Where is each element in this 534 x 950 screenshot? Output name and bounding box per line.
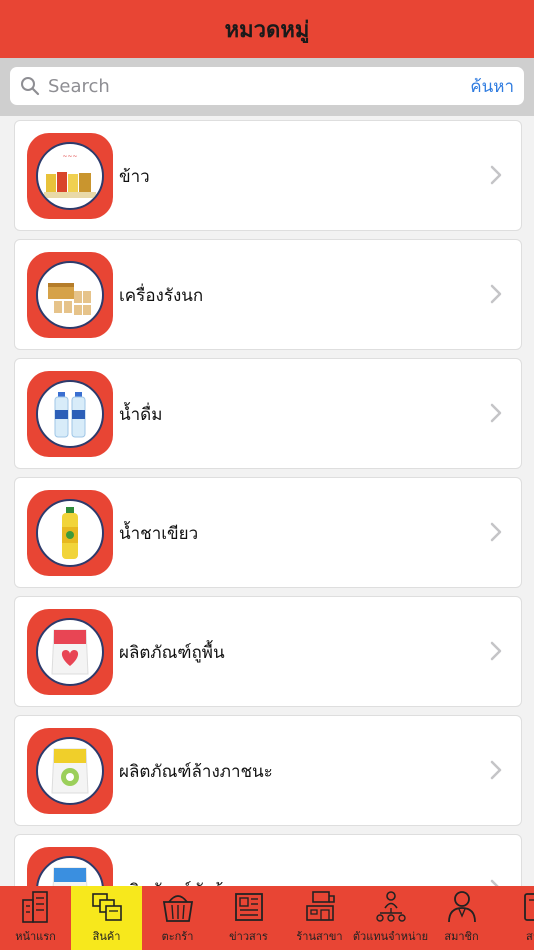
category-thumbnail (27, 371, 113, 457)
tab-basket[interactable]: ตะกร้า (142, 886, 213, 950)
chevron-right-icon (490, 760, 502, 780)
tab-members[interactable]: สมาชิก (426, 886, 497, 950)
category-list[interactable]: ~~~ ข้าว เครื่องรังนก น้ำดื่ม น้ำชาเขียว… (0, 116, 534, 886)
tab-home[interactable]: หน้าแรก (0, 886, 71, 950)
search-icon (20, 75, 42, 97)
tab-label: สา (526, 930, 534, 943)
dealer-network-icon (375, 891, 406, 922)
tab-label: ข่าวสาร (229, 930, 268, 943)
bottom-tab-bar: หน้าแรก สินค้า ตะกร้า ข่าวสาร ร้านสาขา ต… (0, 886, 534, 950)
tab-label: สินค้า (92, 930, 121, 943)
green-tea-bottle-icon (62, 507, 78, 559)
chevron-right-icon (490, 641, 502, 661)
tab-label: ร้านสาขา (296, 930, 343, 943)
floor-cleaner-icon (51, 629, 89, 675)
category-label: น้ำชาเขียว (119, 524, 199, 544)
dishwash-icon (51, 748, 89, 794)
category-thumbnail (27, 609, 113, 695)
tab-branches[interactable]: ร้านสาขา (284, 886, 355, 950)
page-title: หมวดหมู่ (224, 17, 310, 43)
category-thumbnail (27, 490, 113, 576)
search-button[interactable]: ค้นหา (470, 73, 514, 100)
search-bar: ค้นหา (0, 58, 534, 116)
category-item-green-tea[interactable]: น้ำชาเขียว (14, 477, 522, 588)
svg-text:~~~: ~~~ (62, 153, 77, 160)
chevron-right-icon (490, 165, 502, 185)
water-bottle-icon (54, 392, 86, 438)
basket-icon (162, 895, 193, 922)
chevron-right-icon (490, 284, 502, 304)
tab-news[interactable]: ข่าวสาร (213, 886, 284, 950)
app-screen: หมวดหมู่ ค้นหา ~~~ ข้าว (0, 0, 534, 950)
category-item-dishwash[interactable]: ผลิตภัณฑ์ล้างภาชนะ (14, 715, 522, 826)
category-item-detergent[interactable]: ผลิตภัณฑ์ซักผ้า (14, 834, 522, 886)
category-label: เครื่องรังนก (119, 286, 204, 306)
chevron-right-icon (490, 879, 499, 886)
branch-store-icon (305, 891, 335, 921)
home-building-icon (21, 891, 48, 923)
category-label: ผลิตภัณฑ์ล้างภาชนะ (119, 762, 273, 782)
tab-products[interactable]: สินค้า (71, 886, 142, 950)
tab-label: สมาชิก (444, 930, 479, 943)
category-item-water[interactable]: น้ำดื่ม (14, 358, 522, 469)
birdnest-product-icon (48, 283, 91, 315)
tab-label: หน้าแรก (15, 930, 56, 943)
detergent-icon (52, 867, 88, 886)
rice-product-icon: ~~~ (44, 152, 96, 198)
tab-label: ตัวแทนจำหน่าย (352, 930, 429, 943)
category-label: ผลิตภัณฑ์ถูพื้น (119, 643, 225, 663)
category-thumbnail (27, 728, 113, 814)
category-thumbnail: ~~~ (27, 133, 113, 219)
category-label: ข้าว (119, 167, 150, 187)
category-item-rice[interactable]: ~~~ ข้าว (14, 120, 522, 231)
tab-more[interactable]: สา (497, 886, 534, 950)
category-label: ผลิตภัณฑ์ซักผ้า (119, 877, 233, 886)
products-icon (91, 893, 122, 921)
member-icon (447, 891, 476, 923)
category-item-birdnest[interactable]: เครื่องรังนก (14, 239, 522, 350)
tab-label: ตะกร้า (161, 930, 194, 943)
category-item-floor-cleaner[interactable]: ผลิตภัณฑ์ถูพื้น (14, 596, 522, 707)
chevron-right-icon (490, 403, 502, 423)
category-label: น้ำดื่ม (119, 405, 163, 425)
nav-header: หมวดหมู่ (0, 0, 534, 58)
tab-dealers[interactable]: ตัวแทนจำหน่าย (352, 886, 429, 950)
chevron-right-icon (490, 522, 502, 542)
more-icon (523, 893, 534, 921)
category-thumbnail (27, 252, 113, 338)
search-box[interactable]: ค้นหา (10, 67, 524, 105)
search-input[interactable] (48, 75, 471, 97)
category-thumbnail (27, 847, 113, 886)
newspaper-icon (234, 893, 263, 921)
